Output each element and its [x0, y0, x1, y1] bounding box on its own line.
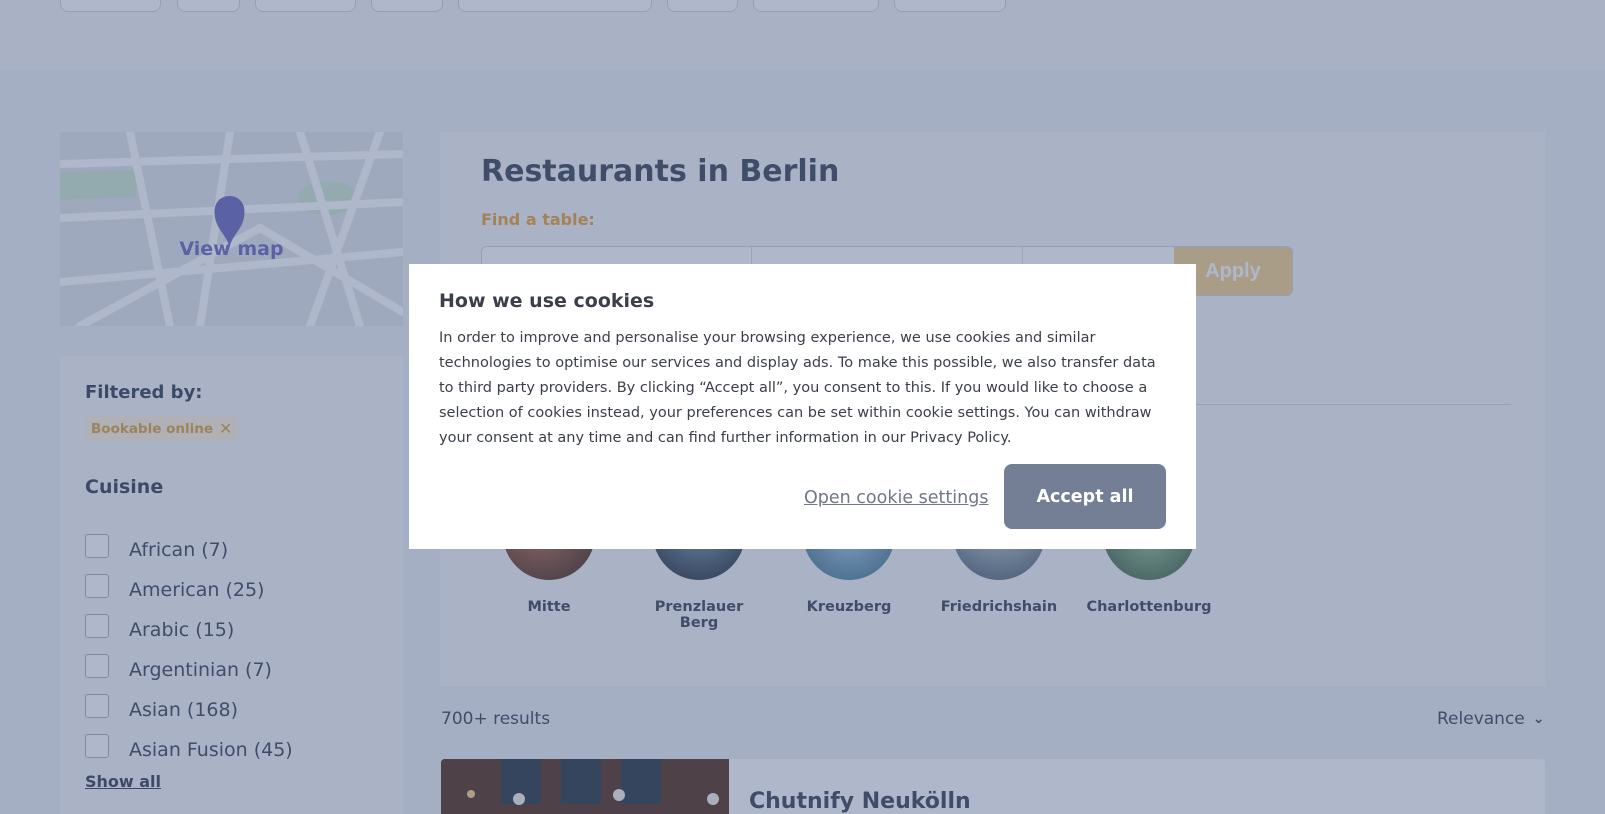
open-cookie-settings-link[interactable]: Open cookie settings [804, 488, 988, 508]
cookie-dialog-title: How we use cookies [439, 290, 655, 312]
cookie-dialog: How we use cookies In order to improve a… [409, 264, 1196, 549]
accept-all-button[interactable]: Accept all [1004, 464, 1166, 529]
cookie-dialog-body: In order to improve and personalise your… [439, 330, 1156, 446]
